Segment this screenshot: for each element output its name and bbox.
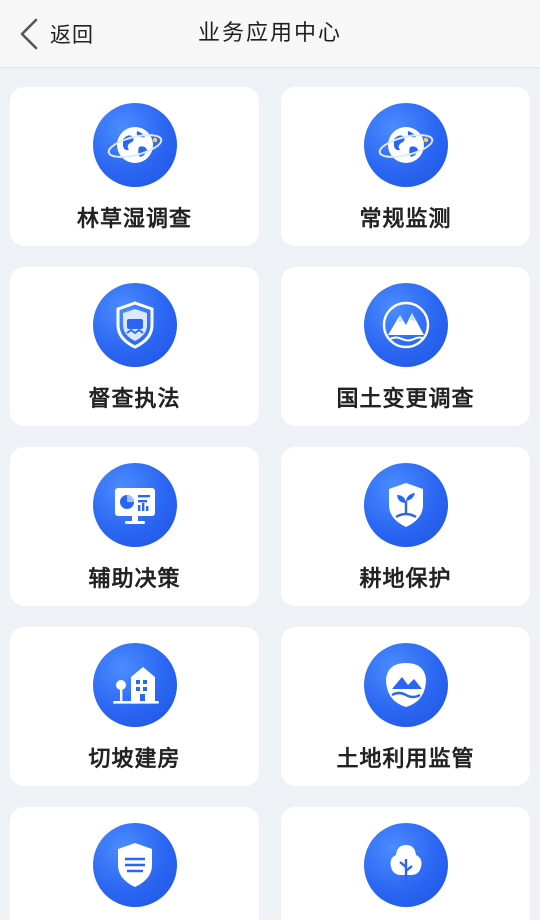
monitor-chart-icon: [92, 463, 177, 547]
shield-sprout-icon: [363, 463, 448, 547]
app-label: 切坡建房: [88, 747, 181, 772]
globe-orbit-icon: [92, 103, 177, 187]
globe-orbit-icon: [363, 103, 448, 187]
app-label: 土地利用监管: [336, 747, 475, 772]
app-label: 辅助决策: [88, 567, 181, 592]
app-label: 耕地保护: [359, 567, 452, 592]
page-title: 业务应用中心: [197, 21, 342, 46]
app-card-10[interactable]: [281, 807, 530, 920]
app-grid: 林草湿调查 常规监测 督查执法 国土变更调查 辅助决策 耕地保护 切坡建房 土地…: [10, 87, 530, 920]
app-card-decision-support[interactable]: 辅助决策: [10, 447, 259, 606]
landscape-badge-icon: [363, 643, 448, 727]
shield-badge-icon: [92, 283, 177, 367]
header-bar: 返回 业务应用中心: [0, 0, 540, 68]
app-label: 常规监测: [359, 207, 452, 232]
mountain-icon: [363, 283, 448, 367]
app-label: 督查执法: [88, 387, 181, 412]
tree-icon: [363, 823, 448, 907]
app-card-land-use-supervision[interactable]: 土地利用监管: [281, 627, 530, 786]
app-label: 林草湿调查: [76, 207, 192, 232]
app-card-9[interactable]: [10, 807, 259, 920]
app-label: 国土变更调查: [336, 387, 475, 412]
app-card-farmland-protection[interactable]: 耕地保护: [281, 447, 530, 606]
app-card-routine-monitoring[interactable]: 常规监测: [281, 87, 530, 246]
shield-wheat-icon: [92, 823, 177, 907]
app-card-inspection-enforcement[interactable]: 督查执法: [10, 267, 259, 426]
app-card-slope-cut-building[interactable]: 切坡建房: [10, 627, 259, 786]
app-card-forest-grass-wetland[interactable]: 林草湿调查: [10, 87, 259, 246]
building-icon: [92, 643, 177, 727]
app-card-land-change-survey[interactable]: 国土变更调查: [281, 267, 530, 426]
